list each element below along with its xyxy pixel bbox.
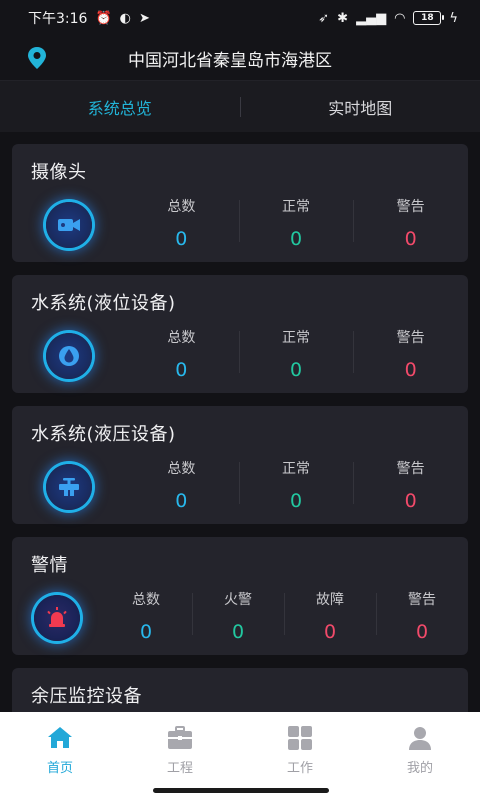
stat-warning: 警告 0 bbox=[353, 196, 468, 252]
stat-label: 总数 bbox=[167, 330, 196, 346]
stat-label: 正常 bbox=[282, 461, 310, 477]
alarm-off-icon: ⏰ bbox=[95, 10, 112, 26]
nav-label: 工程 bbox=[166, 761, 193, 776]
nav-label: 我的 bbox=[406, 761, 433, 776]
tab-realtime-map[interactable]: 实时地图 bbox=[241, 95, 480, 119]
stat-label: 总数 bbox=[132, 592, 160, 608]
nav-label: 工作 bbox=[286, 761, 313, 776]
navigation-icon: ➤ bbox=[138, 10, 150, 26]
stat-normal: 正常 0 bbox=[238, 458, 354, 514]
valve-icon bbox=[46, 464, 92, 510]
water-drop-icon bbox=[46, 333, 92, 379]
stat-value: 0 bbox=[231, 621, 245, 643]
stat-label: 正常 bbox=[282, 330, 310, 346]
wifi-icon: ◠ bbox=[394, 10, 406, 26]
stat-label: 火警 bbox=[224, 592, 252, 608]
stat-label: 警告 bbox=[408, 592, 436, 608]
bottom-nav: 首页 工程 工作 我的 bbox=[0, 712, 480, 800]
location-arrow-icon: ➶ bbox=[318, 10, 330, 26]
siren-icon bbox=[34, 595, 80, 641]
app-notification-icon: ◐ bbox=[119, 10, 131, 26]
water-pressure-card[interactable]: 水系统(液压设备) 总数 0 正常 0 警告 0 bbox=[12, 406, 468, 524]
camera-stats: 总数 0 正常 0 警告 0 bbox=[124, 196, 468, 252]
water-pressure-stats: 总数 0 正常 0 警告 0 bbox=[124, 458, 468, 514]
stat-total: 总数 0 bbox=[124, 327, 239, 383]
stat-label: 总数 bbox=[167, 199, 196, 215]
stat-label: 警告 bbox=[396, 330, 425, 346]
stat-normal: 正常 0 bbox=[238, 327, 354, 383]
card-title: 摄像头 bbox=[31, 162, 87, 183]
card-title: 水系统(液压设备) bbox=[31, 424, 176, 445]
camera-icon bbox=[46, 202, 92, 248]
nav-home[interactable]: 首页 bbox=[0, 724, 120, 800]
tab-system-overview[interactable]: 系统总览 bbox=[0, 95, 240, 119]
stat-value: 0 bbox=[404, 228, 417, 250]
stat-value: 0 bbox=[175, 490, 188, 512]
card-title: 余压监控设备 bbox=[31, 686, 142, 707]
stat-total: 总数 0 bbox=[100, 589, 192, 645]
stat-value: 0 bbox=[289, 490, 303, 512]
overview-content: 摄像头 总数 0 正常 0 警告 0 水系统(液位设备) 总数 0 正常 0 警… bbox=[12, 144, 468, 728]
nav-mine[interactable]: 我的 bbox=[360, 724, 480, 800]
stat-warning: 警告 0 bbox=[353, 327, 468, 383]
stat-value: 0 bbox=[175, 228, 188, 250]
stat-fire: 火警 0 bbox=[192, 589, 284, 645]
home-icon bbox=[48, 727, 72, 748]
signal-icon: ▂▄▆ bbox=[356, 10, 387, 26]
stat-fault: 故障 0 bbox=[284, 589, 376, 645]
status-bar: 下午3:16 ⏰ ◐ ➤ ➶ ✱ ▂▄▆ ◠ 18 ϟ bbox=[0, 0, 480, 36]
card-title: 警情 bbox=[31, 555, 68, 576]
water-level-card[interactable]: 水系统(液位设备) 总数 0 正常 0 警告 0 bbox=[12, 275, 468, 393]
stat-label: 总数 bbox=[167, 461, 196, 477]
stat-total: 总数 0 bbox=[124, 196, 239, 252]
stat-warning: 警告 0 bbox=[376, 589, 468, 645]
charging-icon: ϟ bbox=[449, 10, 458, 26]
stat-value: 0 bbox=[175, 359, 188, 381]
location-address: 中国河北省秦皇岛市海港区 bbox=[128, 50, 332, 71]
stat-value: 0 bbox=[404, 359, 417, 381]
stat-label: 警告 bbox=[396, 199, 425, 215]
status-left: 下午3:16 ⏰ ◐ ➤ bbox=[28, 8, 150, 28]
alarm-card[interactable]: 警情 总数 0 火警 0 故障 0 警告 0 bbox=[12, 537, 468, 655]
camera-card[interactable]: 摄像头 总数 0 正常 0 警告 0 bbox=[12, 144, 468, 262]
water-level-stats: 总数 0 正常 0 警告 0 bbox=[124, 327, 468, 383]
stat-warning: 警告 0 bbox=[353, 458, 468, 514]
status-right: ➶ ✱ ▂▄▆ ◠ 18 ϟ bbox=[318, 11, 458, 25]
stat-value: 0 bbox=[415, 621, 429, 643]
bluetooth-icon: ✱ bbox=[337, 10, 349, 26]
stat-label: 警告 bbox=[396, 461, 425, 477]
card-title: 水系统(液位设备) bbox=[31, 293, 176, 314]
nav-label: 首页 bbox=[46, 761, 73, 776]
battery-level: 18 bbox=[421, 13, 434, 23]
user-icon bbox=[409, 727, 431, 750]
stat-total: 总数 0 bbox=[124, 458, 239, 514]
status-time: 下午3:16 bbox=[28, 11, 88, 27]
home-indicator[interactable] bbox=[153, 788, 329, 793]
location-bar[interactable]: 中国河北省秦皇岛市海港区 bbox=[0, 36, 480, 80]
stat-label: 故障 bbox=[316, 592, 344, 608]
stat-normal: 正常 0 bbox=[238, 196, 354, 252]
stat-value: 0 bbox=[289, 228, 303, 250]
stat-value: 0 bbox=[404, 490, 417, 512]
stat-value: 0 bbox=[289, 359, 303, 381]
grid-icon bbox=[288, 726, 312, 750]
stat-value: 0 bbox=[323, 621, 337, 643]
stat-label: 正常 bbox=[282, 199, 310, 215]
location-pin-icon[interactable] bbox=[26, 46, 48, 70]
briefcase-icon bbox=[168, 726, 192, 749]
alarm-stats: 总数 0 火警 0 故障 0 警告 0 bbox=[100, 589, 468, 645]
tab-bar: 系统总览 实时地图 bbox=[0, 80, 480, 132]
stat-value: 0 bbox=[139, 621, 153, 643]
battery-icon: 18 bbox=[413, 11, 445, 25]
